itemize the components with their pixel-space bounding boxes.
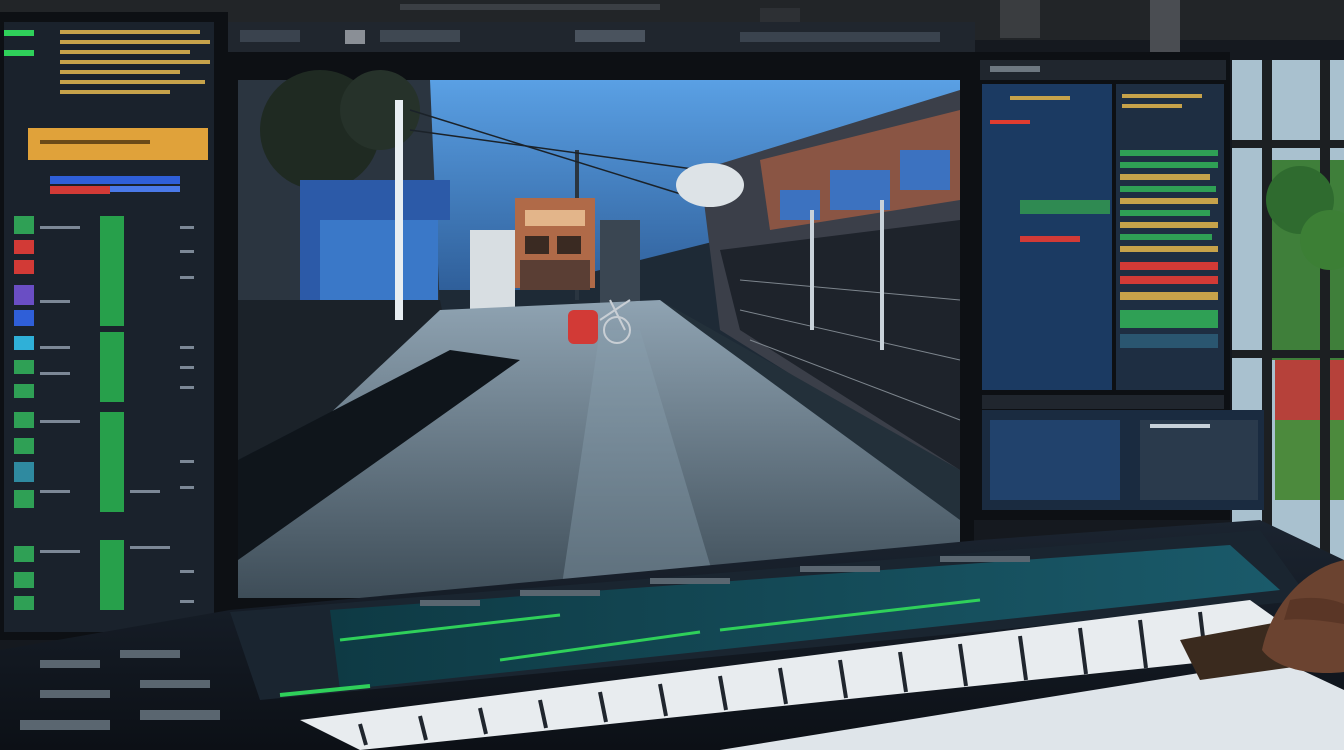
left-side-monitor [0,12,228,640]
right-side-monitor [968,52,1264,520]
studio-scene [0,0,1344,750]
building [515,198,595,290]
center-video-monitor [226,52,974,612]
red-object [568,310,598,344]
top-toolbar-strip [225,22,975,54]
